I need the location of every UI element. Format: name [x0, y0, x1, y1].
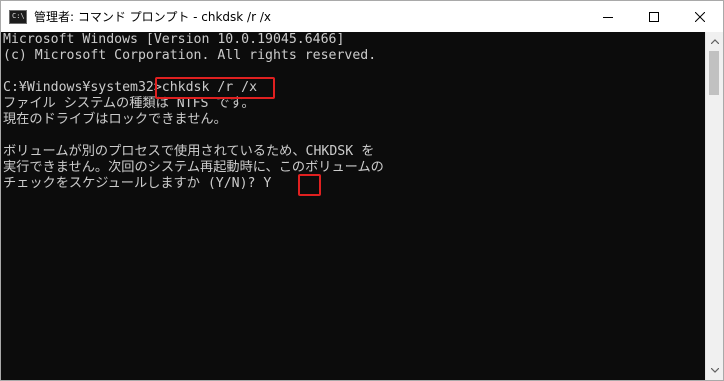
minimize-icon: [603, 16, 613, 18]
close-icon: [695, 11, 705, 22]
window-title: 管理者: コマンド プロンプト - chkdsk /r /x: [34, 10, 271, 24]
vertical-scrollbar[interactable]: [705, 32, 723, 380]
app-icon-label: C:\: [12, 11, 25, 20]
minimize-button[interactable]: [585, 1, 631, 32]
chevron-down-icon: [710, 368, 719, 373]
console-line: (c) Microsoft Corporation. All rights re…: [3, 48, 377, 63]
maximize-icon: [649, 11, 659, 22]
console-line: 現在のドライブはロックできません。: [3, 112, 227, 127]
console-output[interactable]: Microsoft Windows [Version 10.0.19045.64…: [1, 32, 706, 380]
title-bar[interactable]: C:\ 管理者: コマンド プロンプト - chkdsk /r /x: [1, 1, 723, 32]
console-line: 実行できません。次回のシステム再起動時に、このボリュームの: [3, 160, 384, 175]
scrollbar-thumb[interactable]: [709, 51, 719, 95]
scroll-down-button[interactable]: [706, 362, 723, 379]
answer-highlight-box: [298, 174, 321, 196]
command-prompt-icon[interactable]: C:\: [9, 9, 27, 24]
console-line: Microsoft Windows [Version 10.0.19045.64…: [3, 32, 345, 47]
chevron-up-icon: [710, 39, 719, 44]
command-highlight-box: [155, 77, 275, 99]
console-line: ボリュームが別のプロセスで使用されているため、CHKDSK を: [3, 144, 375, 159]
command-prompt-window: C:\ 管理者: コマンド プロンプト - chkdsk /r /x Micro…: [0, 0, 724, 381]
window-controls: [585, 1, 723, 32]
close-button[interactable]: [677, 1, 723, 32]
scroll-up-button[interactable]: [706, 33, 723, 50]
maximize-button[interactable]: [631, 1, 677, 32]
console-line: チェックをスケジュールしますか (Y/N)? Y: [3, 176, 272, 191]
